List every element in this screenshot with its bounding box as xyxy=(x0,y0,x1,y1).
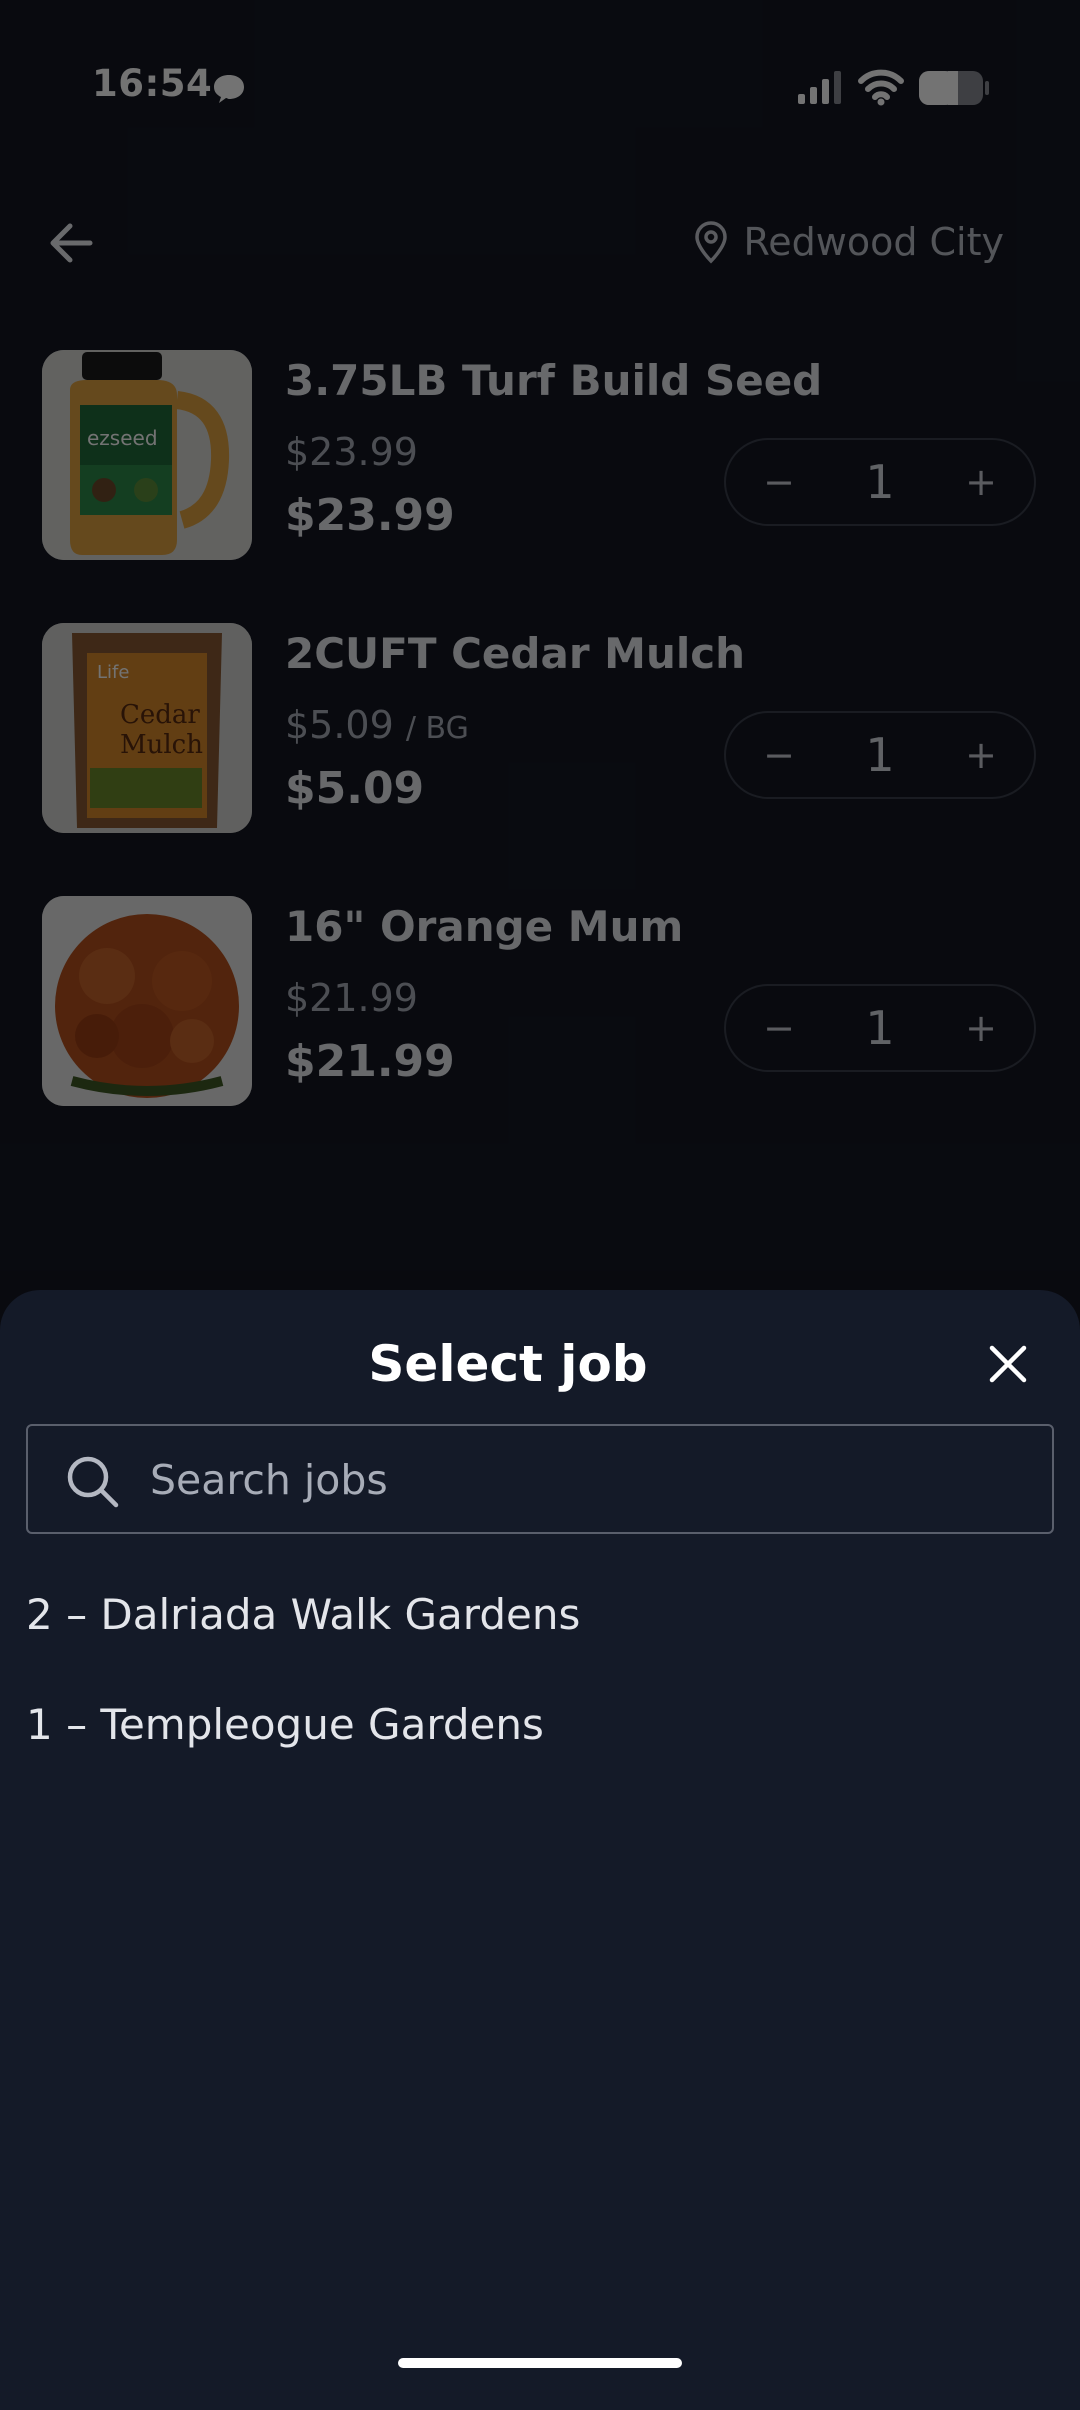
increase-button[interactable]: + xyxy=(936,986,1026,1070)
svg-text:Mulch: Mulch xyxy=(120,730,203,760)
quantity-value: 1 xyxy=(865,1001,895,1055)
home-indicator xyxy=(398,2358,682,2368)
battery-icon xyxy=(919,71,989,105)
cart-item: Life Cedar Mulch 2CUFT Cedar Mulch $5.09… xyxy=(0,623,1080,843)
product-name[interactable]: 3.75LB Turf Build Seed xyxy=(285,356,822,405)
status-time: 16:54 xyxy=(92,62,213,105)
location-pin-icon xyxy=(694,221,727,264)
signal-icon xyxy=(798,71,841,104)
location-label: Redwood City xyxy=(743,220,1004,264)
svg-text:Cedar: Cedar xyxy=(120,700,200,730)
unit-price: $5.09 / BG xyxy=(285,703,469,747)
chat-icon xyxy=(214,75,244,103)
sheet-title: Select job xyxy=(368,1335,648,1393)
wifi-icon xyxy=(858,69,904,106)
product-name[interactable]: 2CUFT Cedar Mulch xyxy=(285,629,745,678)
search-box xyxy=(26,1424,1054,1534)
location-selector[interactable]: Redwood City xyxy=(692,220,1004,264)
product-image[interactable]: ezseed xyxy=(42,350,252,560)
product-image[interactable]: Life Cedar Mulch xyxy=(42,623,252,833)
decrease-button[interactable]: − xyxy=(734,986,824,1070)
product-image[interactable] xyxy=(42,896,252,1106)
cart-item: 16" Orange Mum $21.99 $21.99 − 1 + xyxy=(0,896,1080,1116)
increase-button[interactable]: + xyxy=(936,713,1026,797)
quantity-stepper: − 1 + xyxy=(724,984,1036,1072)
quantity-stepper: − 1 + xyxy=(724,711,1036,799)
quantity-value: 1 xyxy=(865,728,895,782)
job-option[interactable]: 2 – Dalriada Walk Gardens xyxy=(26,1590,580,1639)
screen: 16:54 Redwood City ezseed 3.75LB Turf Bu… xyxy=(0,0,1080,2410)
product-name[interactable]: 16" Orange Mum xyxy=(285,902,683,951)
cart-item: ezseed 3.75LB Turf Build Seed $23.99 $23… xyxy=(0,350,1080,570)
decrease-button[interactable]: − xyxy=(734,713,824,797)
search-icon xyxy=(67,1456,119,1508)
back-arrow-icon[interactable] xyxy=(44,216,98,270)
unit-price: $23.99 xyxy=(285,430,418,474)
total-price: $23.99 xyxy=(285,490,455,541)
svg-text:Life: Life xyxy=(97,662,129,683)
total-price: $21.99 xyxy=(285,1036,455,1087)
increase-button[interactable]: + xyxy=(936,440,1026,524)
unit-price: $21.99 xyxy=(285,976,418,1020)
close-icon[interactable] xyxy=(984,1340,1032,1388)
job-option[interactable]: 1 – Templeogue Gardens xyxy=(26,1700,544,1749)
svg-text:ezseed: ezseed xyxy=(87,426,158,450)
quantity-stepper: − 1 + xyxy=(724,438,1036,526)
status-bar: 16:54 xyxy=(0,0,1080,170)
search-input[interactable] xyxy=(148,1426,1032,1534)
select-job-sheet: Select job 2 – Dalriada Walk Gardens 1 –… xyxy=(0,1290,1080,2410)
total-price: $5.09 xyxy=(285,763,425,814)
decrease-button[interactable]: − xyxy=(734,440,824,524)
quantity-value: 1 xyxy=(865,455,895,509)
